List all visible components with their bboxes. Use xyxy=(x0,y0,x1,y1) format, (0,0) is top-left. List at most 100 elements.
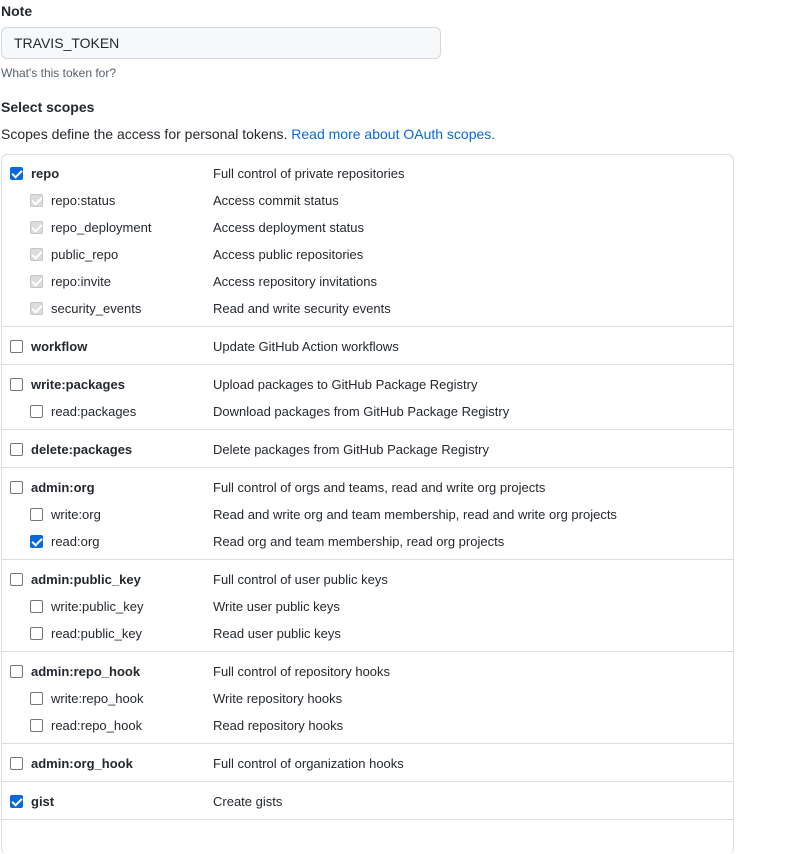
group-divider xyxy=(2,326,734,327)
oauth-scopes-link[interactable]: Read more about OAuth scopes. xyxy=(291,126,495,142)
scope-name[interactable]: admin:repo_hook xyxy=(31,664,140,679)
scope-row-admin-repo-hook: admin:repo_hook Full control of repositor… xyxy=(0,662,734,682)
note-hint: What's this token for? xyxy=(1,66,117,80)
scope-row-write-packages: write:packages Upload packages to GitHub … xyxy=(0,375,734,395)
scope-row-admin-org-hook: admin:org_hook Full control of organizati… xyxy=(0,754,734,774)
scope-row-write-repo-hook: write:repo_hook Write repository hooks xyxy=(0,689,734,709)
scope-row-repo: repo Full control of private repositories xyxy=(0,164,734,184)
scope-description: Access repository invitations xyxy=(213,274,378,289)
scope-name[interactable]: repo:status xyxy=(51,193,115,208)
scope-checkbox-public-repo xyxy=(30,248,43,261)
scope-checkbox-gist[interactable] xyxy=(10,795,23,808)
scope-checkbox-workflow[interactable] xyxy=(10,340,23,353)
scope-checkbox-repo-invite xyxy=(30,275,43,288)
scope-checkbox-write-packages[interactable] xyxy=(10,378,23,391)
scope-row-write-public-key: write:public_key Write user public keys xyxy=(0,597,734,617)
scope-description: Read user public keys xyxy=(213,626,341,641)
scopes-description-text: Scopes define the access for personal to… xyxy=(1,126,292,142)
scope-description: Full control of private repositories xyxy=(213,166,405,181)
group-divider xyxy=(2,781,734,782)
scope-name[interactable]: read:packages xyxy=(51,404,136,419)
scope-row-read-public-key: read:public_key Read user public keys xyxy=(0,624,734,644)
scope-description: Access public repositories xyxy=(213,247,364,262)
scope-description: Full control of orgs and teams, read and… xyxy=(213,480,546,495)
group-divider xyxy=(2,651,734,652)
scope-description: Read repository hooks xyxy=(213,718,344,733)
scope-row-write-org: write:org Read and write org and team mem… xyxy=(0,505,734,525)
scope-checkbox-admin-repo-hook[interactable] xyxy=(10,665,23,678)
scope-checkbox-write-repo-hook[interactable] xyxy=(30,692,43,705)
scope-name[interactable]: write:public_key xyxy=(51,599,144,614)
scope-row-public-repo: public_repo Access public repositories xyxy=(0,245,734,265)
scope-row-security-events: security_events Read and write security e… xyxy=(0,299,734,319)
scope-name[interactable]: security_events xyxy=(51,301,141,316)
scope-description: Full control of repository hooks xyxy=(213,664,391,679)
scope-row-admin-org: admin:org Full control of orgs and teams,… xyxy=(0,478,734,498)
scope-description: Create gists xyxy=(213,794,283,809)
scope-name[interactable]: read:public_key xyxy=(51,626,142,641)
note-label: Note xyxy=(1,3,33,19)
scope-checkbox-write-org[interactable] xyxy=(30,508,43,521)
scope-row-repo-invite: repo:invite Access repository invitations xyxy=(0,272,734,292)
scope-row-read-org: read:org Read org and team membership, re… xyxy=(0,532,734,552)
scope-checkbox-security-events xyxy=(30,302,43,315)
scope-name[interactable]: gist xyxy=(31,794,54,809)
scope-description: Write user public keys xyxy=(213,599,340,614)
scope-name[interactable]: read:org xyxy=(51,534,99,549)
scope-row-read-packages: read:packages Download packages from GitH… xyxy=(0,402,734,422)
scope-checkbox-delete-packages[interactable] xyxy=(10,443,23,456)
scope-name[interactable]: write:repo_hook xyxy=(51,691,144,706)
scope-row-workflow: workflow Update GitHub Action workflows xyxy=(0,337,734,357)
scope-description: Read and write security events xyxy=(213,301,391,316)
scope-name[interactable]: write:packages xyxy=(31,377,125,392)
scope-row-read-repo-hook: read:repo_hook Read repository hooks xyxy=(0,716,734,736)
scope-description: Update GitHub Action workflows xyxy=(213,339,399,354)
group-divider xyxy=(2,819,734,820)
scope-description: Upload packages to GitHub Package Regist… xyxy=(213,377,478,392)
scope-name[interactable]: repo_deployment xyxy=(51,220,151,235)
scope-description: Read and write org and team membership, … xyxy=(213,507,617,522)
scope-checkbox-admin-public-key[interactable] xyxy=(10,573,23,586)
scope-checkbox-admin-org-hook[interactable] xyxy=(10,757,23,770)
scope-name[interactable]: workflow xyxy=(31,339,87,354)
scope-row-delete-packages: delete:packages Delete packages from GitH… xyxy=(0,440,734,460)
scope-description: Full control of user public keys xyxy=(213,572,388,587)
scope-description: Download packages from GitHub Package Re… xyxy=(213,404,510,419)
scope-description: Access commit status xyxy=(213,193,339,208)
scope-description: Write repository hooks xyxy=(213,691,343,706)
scope-name[interactable]: repo:invite xyxy=(51,274,111,289)
note-input[interactable] xyxy=(1,27,441,59)
scope-checkbox-admin-org[interactable] xyxy=(10,481,23,494)
scope-name[interactable]: public_repo xyxy=(51,247,118,262)
scope-checkbox-write-public-key[interactable] xyxy=(30,600,43,613)
group-divider xyxy=(2,743,734,744)
scope-row-admin-public-key: admin:public_key Full control of user pub… xyxy=(0,570,734,590)
scope-checkbox-read-packages[interactable] xyxy=(30,405,43,418)
scopes-description: Scopes define the access for personal to… xyxy=(1,126,495,142)
scope-checkbox-repo[interactable] xyxy=(10,167,23,180)
scope-description: Full control of organization hooks xyxy=(213,756,404,771)
scope-name[interactable]: admin:org xyxy=(31,480,95,495)
scope-name[interactable]: admin:public_key xyxy=(31,572,141,587)
scope-checkbox-read-org[interactable] xyxy=(30,535,43,548)
scope-row-repo-deployment: repo_deployment Access deployment status xyxy=(0,218,734,238)
scope-name[interactable]: write:org xyxy=(51,507,101,522)
group-divider xyxy=(2,467,734,468)
scope-row-repo-status: repo:status Access commit status xyxy=(0,191,734,211)
scope-description: Read org and team membership, read org p… xyxy=(213,534,505,549)
scope-checkbox-read-public-key[interactable] xyxy=(30,627,43,640)
scope-name[interactable]: delete:packages xyxy=(31,442,132,457)
scope-description: Access deployment status xyxy=(213,220,365,235)
group-divider xyxy=(2,364,734,365)
scope-name[interactable]: read:repo_hook xyxy=(51,718,142,733)
scope-checkbox-repo-deployment xyxy=(30,221,43,234)
group-divider xyxy=(2,429,734,430)
scope-checkbox-repo-status xyxy=(30,194,43,207)
group-divider xyxy=(2,559,734,560)
scope-row-gist: gist Create gists xyxy=(0,792,734,812)
select-scopes-title: Select scopes xyxy=(1,99,95,115)
scope-checkbox-read-repo-hook[interactable] xyxy=(30,719,43,732)
scope-description: Delete packages from GitHub Package Regi… xyxy=(213,442,490,457)
scope-name[interactable]: admin:org_hook xyxy=(31,756,133,771)
scope-name[interactable]: repo xyxy=(31,166,59,181)
